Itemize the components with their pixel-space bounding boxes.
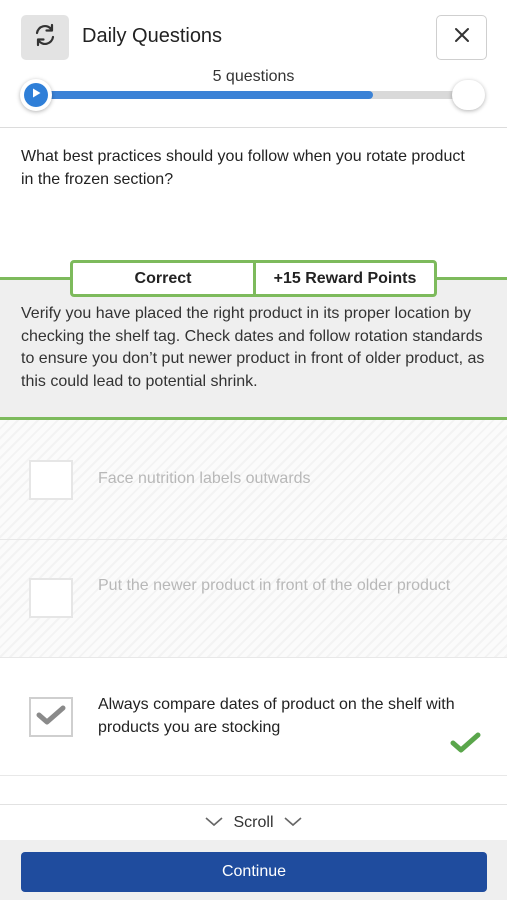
refresh-icon xyxy=(32,22,58,53)
answer-checkbox-checked[interactable] xyxy=(29,697,73,737)
feedback-explanation: Verify you have placed the right product… xyxy=(21,305,485,390)
continue-button[interactable]: Continue xyxy=(21,852,487,892)
answer-option[interactable]: Put the newer product in front of the ol… xyxy=(0,540,507,658)
status-badge: Correct xyxy=(73,263,256,294)
header: Daily Questions 5 questions xyxy=(0,0,507,128)
answer-label: Face nutrition labels outwards xyxy=(98,470,311,487)
scroll-indicator[interactable]: Scroll xyxy=(0,806,507,840)
scroll-label: Scroll xyxy=(233,814,274,831)
answer-checkbox[interactable] xyxy=(29,460,73,500)
footer: Continue xyxy=(0,840,507,900)
chevron-down-icon xyxy=(283,814,302,832)
answer-list: Face nutrition labels outwards Put the n… xyxy=(0,420,507,805)
progress-track xyxy=(36,91,468,99)
progress-start-marker xyxy=(20,79,52,111)
progress-label: 5 questions xyxy=(212,68,295,85)
answer-option-selected[interactable]: Always compare dates of product on the s… xyxy=(0,658,507,776)
answer-label: Put the newer product in front of the ol… xyxy=(98,577,451,594)
checkmark-icon xyxy=(36,704,66,731)
progress-end-marker xyxy=(452,80,485,110)
correct-check-icon xyxy=(450,732,482,759)
refresh-button[interactable] xyxy=(21,15,69,60)
page-title: Daily Questions xyxy=(82,25,223,47)
progress-fill xyxy=(36,91,373,99)
feedback-header: Correct +15 Reward Points xyxy=(70,260,437,297)
close-button[interactable] xyxy=(436,15,487,60)
chevron-down-icon xyxy=(205,814,224,832)
answer-checkbox[interactable] xyxy=(29,578,73,618)
question-text: What best practices should you follow wh… xyxy=(21,148,465,188)
answer-list-end xyxy=(0,776,507,805)
answer-option[interactable]: Face nutrition labels outwards xyxy=(0,420,507,540)
reward-badge: +15 Reward Points xyxy=(273,269,417,287)
answer-label: Always compare dates of product on the s… xyxy=(98,696,455,736)
close-icon xyxy=(453,26,471,49)
play-icon xyxy=(30,86,42,104)
